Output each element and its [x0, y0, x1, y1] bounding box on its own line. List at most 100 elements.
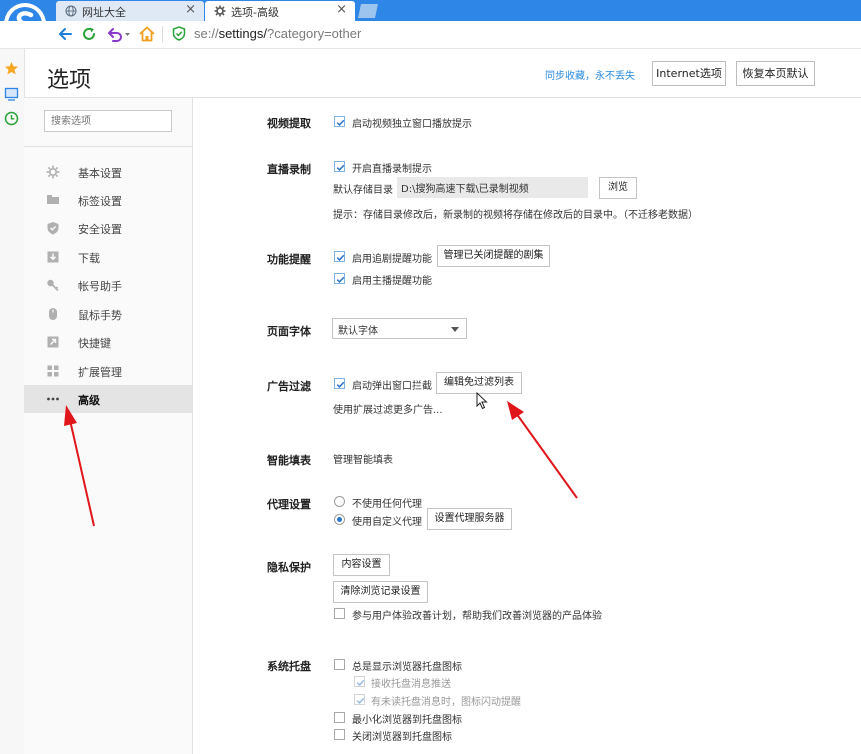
- annotation-arrow-edit-whitelist: [507, 401, 578, 499]
- minimize-to-tray-label: 最小化浏览器到托盘图标: [352, 715, 462, 726]
- sidebar-item-download[interactable]: 下载: [24, 243, 192, 271]
- section-label-proxy: 代理设置: [267, 498, 311, 511]
- section-label-reminder: 功能提醒: [267, 253, 311, 266]
- sidebar-item-tabs[interactable]: 标签设置: [24, 186, 192, 214]
- close-tab-icon[interactable]: ×: [336, 2, 347, 18]
- browse-button[interactable]: 浏览: [599, 177, 637, 199]
- gear-icon: [46, 165, 60, 179]
- no-proxy-radio[interactable]: [334, 496, 345, 507]
- tab-homepage[interactable]: 网址大全 ×: [56, 1, 204, 21]
- back-arrow-icon[interactable]: [56, 25, 74, 43]
- close-tab-icon[interactable]: ×: [185, 2, 196, 18]
- undo-close-tab-icon[interactable]: [106, 25, 132, 43]
- minimize-to-tray-checkbox[interactable]: [334, 712, 345, 723]
- globe-icon: [65, 5, 77, 17]
- search-options-input[interactable]: [44, 110, 172, 132]
- mouse-cursor-icon: [476, 392, 488, 410]
- video-popup-label: 启动视频独立窗口播放提示: [352, 119, 472, 130]
- checkmark-icon: [356, 679, 365, 686]
- user-experience-label: 参与用户体验改善计划，帮助我们改善浏览器的产品体验: [352, 611, 602, 622]
- drama-reminder-checkbox[interactable]: [334, 251, 345, 262]
- receive-push-label: 接收托盘消息推送: [371, 679, 451, 690]
- custom-proxy-radio[interactable]: [334, 514, 345, 525]
- tab-icon: [47, 195, 59, 204]
- popup-block-checkbox[interactable]: [334, 378, 345, 389]
- key-icon: [47, 279, 59, 292]
- sidebar-item-mouse-gestures[interactable]: 鼠标手势: [24, 300, 192, 328]
- checkmark-icon: [336, 164, 345, 171]
- manage-closed-reminders-button[interactable]: 管理已关闭提醒的剧集: [437, 245, 550, 267]
- page-font-value: 默认字体: [338, 326, 378, 337]
- sidebar-item-extensions[interactable]: 扩展管理: [24, 357, 192, 385]
- url-query: ?category=other: [267, 26, 362, 41]
- section-label-tray: 系统托盘: [267, 660, 311, 673]
- sidebar-item-account[interactable]: 帐号助手: [24, 271, 192, 299]
- set-proxy-server-button[interactable]: 设置代理服务器: [427, 508, 512, 530]
- checkmark-icon: [336, 254, 345, 261]
- reading-list-icon[interactable]: [4, 87, 19, 101]
- streamer-reminder-checkbox[interactable]: [334, 273, 345, 284]
- secure-shield-icon[interactable]: [172, 26, 186, 41]
- storage-dir-field[interactable]: D:\搜狗高速下载\已录制视频: [397, 177, 588, 198]
- drama-reminder-label: 启用追剧提醒功能: [352, 254, 432, 265]
- internet-options-button[interactable]: Internet选项: [652, 61, 726, 86]
- section-label-live: 直播录制: [267, 163, 311, 176]
- tab-title: 网址大全: [82, 6, 126, 19]
- sidebar-item-label: 帐号助手: [78, 280, 122, 293]
- more-icon: [47, 397, 59, 401]
- sidebar-item-label: 标签设置: [78, 195, 122, 208]
- checkmark-icon: [356, 697, 365, 704]
- checkmark-icon: [336, 119, 345, 126]
- home-icon[interactable]: [138, 25, 156, 43]
- tab-settings-advanced[interactable]: 选项-高级 ×: [205, 1, 355, 21]
- page-title: 选项: [47, 68, 92, 93]
- clear-history-settings-button[interactable]: 清除浏览记录设置: [333, 581, 428, 603]
- always-show-tray-label: 总是显示浏览器托盘图标: [352, 662, 462, 673]
- receive-push-checkbox[interactable]: [354, 676, 365, 687]
- sidebar-item-shortcuts[interactable]: 快捷键: [24, 328, 192, 356]
- section-label-video: 视频提取: [267, 117, 311, 130]
- edit-whitelist-button[interactable]: 编辑免过滤列表: [436, 372, 522, 394]
- new-tab-button[interactable]: [358, 4, 378, 18]
- shield-icon: [47, 222, 59, 235]
- video-popup-checkbox[interactable]: [334, 116, 345, 127]
- sync-link[interactable]: 同步收藏，永不丢失: [545, 67, 635, 82]
- always-show-tray-checkbox[interactable]: [334, 659, 345, 670]
- storage-dir-label: 默认存储目录: [333, 185, 393, 196]
- section-label-privacy: 隐私保护: [267, 561, 311, 574]
- live-record-label: 开启直播录制提示: [352, 164, 432, 175]
- download-icon: [47, 251, 59, 263]
- extensions-icon: [47, 365, 59, 377]
- sidebar-item-advanced[interactable]: 高级: [24, 385, 192, 413]
- sidebar-item-label: 鼠标手势: [78, 309, 122, 322]
- restore-defaults-button[interactable]: 恢复本页默认: [736, 61, 815, 86]
- unread-flash-checkbox[interactable]: [354, 694, 365, 705]
- page-font-select[interactable]: 默认字体: [332, 318, 467, 339]
- sidebar-divider: [24, 146, 192, 147]
- dropdown-arrow-icon: [451, 327, 459, 332]
- live-record-checkbox[interactable]: [334, 161, 345, 172]
- sidebar-item-label: 基本设置: [78, 167, 122, 180]
- close-to-tray-checkbox[interactable]: [334, 729, 345, 740]
- favorites-star-icon[interactable]: [4, 61, 19, 76]
- sidebar-item-label: 快捷键: [78, 337, 111, 350]
- address-bar[interactable]: se://settings/?category=other: [194, 26, 361, 41]
- sidebar-item-label: 安全设置: [78, 223, 122, 236]
- no-proxy-label: 不使用任何代理: [352, 499, 422, 510]
- user-experience-checkbox[interactable]: [334, 608, 345, 619]
- mouse-icon: [49, 308, 57, 320]
- shortcut-icon: [47, 336, 59, 348]
- content-settings-button[interactable]: 内容设置: [333, 554, 390, 576]
- tab-title: 选项-高级: [231, 6, 279, 19]
- url-path: settings/: [218, 26, 267, 41]
- checkmark-icon: [336, 276, 345, 283]
- section-label-adblock: 广告过滤: [267, 380, 311, 393]
- manage-autofill-link[interactable]: 管理智能填表: [333, 451, 393, 466]
- sidebar-item-security[interactable]: 安全设置: [24, 214, 192, 242]
- refresh-icon[interactable]: [80, 25, 98, 43]
- popup-block-label: 启动弹出窗口拦截: [352, 381, 432, 392]
- history-clock-icon[interactable]: [4, 111, 19, 126]
- sidebar-item-basic[interactable]: 基本设置: [24, 158, 192, 186]
- section-label-autofill: 智能填表: [267, 454, 311, 467]
- extension-filter-link[interactable]: 使用扩展过滤更多广告...: [333, 401, 443, 416]
